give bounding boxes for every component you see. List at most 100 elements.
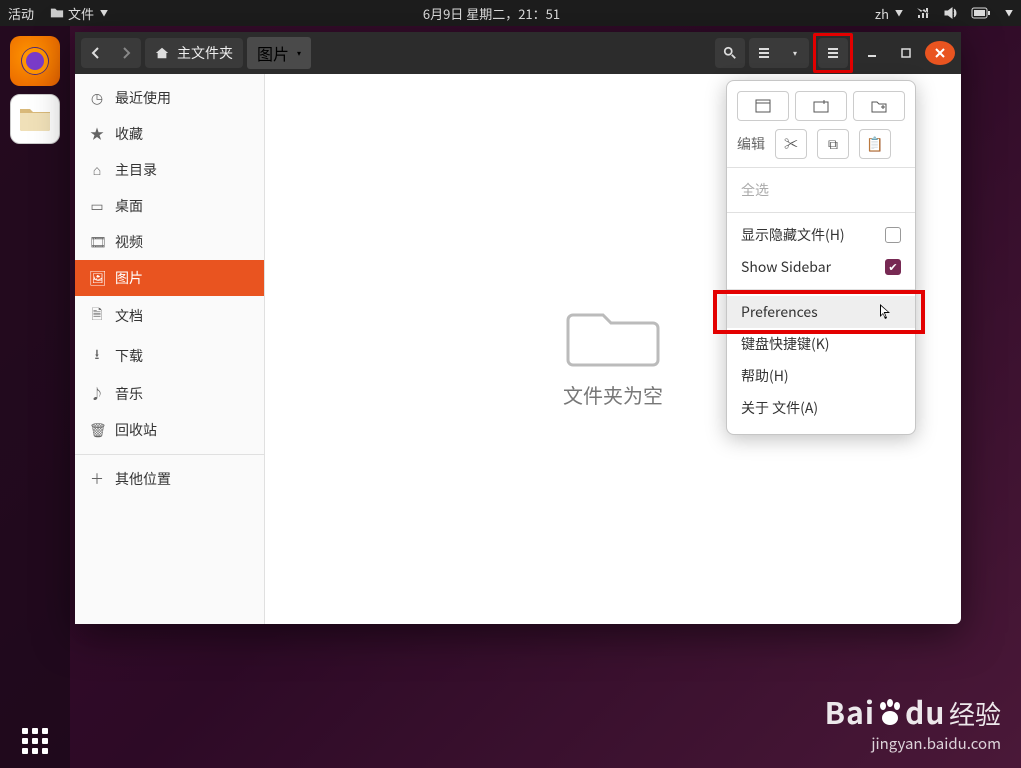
video-icon: 🎞 — [89, 232, 105, 252]
volume-icon[interactable] — [943, 5, 959, 21]
show-hidden-label: 显示隐藏文件(H) — [741, 225, 845, 245]
hamburger-highlight — [813, 33, 853, 73]
sidebar-item-other[interactable]: ＋其他位置 — [75, 461, 264, 497]
sidebar-item-label: 桌面 — [115, 196, 143, 216]
forward-button[interactable] — [111, 38, 141, 68]
clock[interactable]: 6月9日 星期二，21：51 — [423, 4, 560, 23]
empty-folder-text: 文件夹为空 — [563, 380, 663, 409]
chevron-left-icon — [89, 46, 103, 60]
watermark-brand1: Bai — [825, 689, 875, 733]
top-panel: 活动 文件 ▼ 6月9日 星期二，21：51 zh▼ ▼ — [0, 0, 1021, 26]
titlebar: 主文件夹 图片 ▾ ▾ — [75, 32, 961, 74]
app-menu[interactable]: 文件 ▼ — [50, 4, 108, 23]
folder-plus-icon — [871, 99, 887, 113]
folder-icon — [50, 6, 64, 20]
home-icon — [155, 46, 169, 60]
chevron-right-icon — [119, 46, 133, 60]
downloads-icon: ⭳ — [89, 344, 105, 368]
sidebar-item-music[interactable]: ♪音乐 — [75, 376, 264, 412]
network-icon[interactable] — [915, 5, 931, 21]
cursor-icon — [879, 303, 893, 321]
sidebar-item-downloads[interactable]: ⭳ 下载 — [75, 336, 264, 376]
about-item[interactable]: 关于 文件(A) — [737, 392, 905, 424]
chevron-down-icon: ▾ — [297, 48, 301, 59]
clock-icon: ◷ — [89, 88, 105, 108]
sidebar-item-label: 下载 — [115, 346, 143, 366]
paste-button[interactable]: 📋 — [859, 129, 891, 159]
back-button[interactable] — [81, 38, 111, 68]
hamburger-popover: 编辑 ✂ ⧉ 📋 全选 显示隐藏文件(H) Show Sidebar✔ Pref… — [726, 80, 916, 435]
path-bar[interactable]: 主文件夹 — [145, 38, 243, 68]
path-current-label: 图片 — [257, 41, 289, 65]
minimize-icon — [866, 47, 878, 59]
nav-group — [81, 38, 141, 68]
files-icon — [18, 105, 52, 133]
watermark-url: jingyan.baidu.com — [825, 733, 1001, 754]
sidebar-item-label: 图片 — [115, 268, 143, 288]
lang-label: zh — [875, 4, 889, 23]
input-source[interactable]: zh▼ — [875, 4, 903, 23]
checkbox-checked-icon: ✔ — [885, 259, 901, 275]
sidebar-item-label: 视频 — [115, 232, 143, 252]
sidebar-item-label: 回收站 — [115, 420, 157, 440]
watermark-cn: 经验 — [949, 695, 1001, 732]
new-window-button[interactable] — [737, 91, 789, 121]
sidebar-item-recent[interactable]: ◷最近使用 — [75, 80, 264, 116]
tab-plus-icon — [813, 99, 829, 113]
checkbox-unchecked-icon — [885, 227, 901, 243]
cut-button[interactable]: ✂ — [775, 129, 807, 159]
help-item[interactable]: 帮助(H) — [737, 360, 905, 392]
search-icon — [723, 46, 737, 60]
close-button[interactable] — [925, 41, 955, 65]
dock — [0, 26, 70, 768]
path-segment-current[interactable]: 图片 ▾ — [247, 37, 311, 69]
minimize-button[interactable] — [857, 38, 887, 68]
close-icon — [934, 47, 946, 59]
path-home-label: 主文件夹 — [177, 43, 233, 63]
sidebar-item-desktop[interactable]: ▭桌面 — [75, 188, 264, 224]
music-icon: ♪ — [89, 384, 105, 404]
view-options-button[interactable]: ▾ — [779, 38, 809, 68]
plus-icon: ＋ — [89, 469, 105, 489]
sidebar-item-trash[interactable]: 🗑回收站 — [75, 412, 264, 448]
maximize-icon — [900, 47, 912, 59]
help-label: 帮助(H) — [741, 366, 789, 386]
view-group: ▾ — [749, 38, 809, 68]
copy-icon: ⧉ — [828, 134, 838, 154]
sidebar-item-documents[interactable]: 🗎文档 — [75, 296, 264, 336]
activities-label: 活动 — [8, 4, 34, 23]
files-window: 主文件夹 图片 ▾ ▾ ◷最近使用 ★收藏 ⌂主目录 ▭桌面 🎞 视频 🖼 图片 🗎… — [75, 32, 961, 624]
list-icon — [757, 46, 771, 60]
sidebar-item-label: 文档 — [115, 306, 143, 326]
shortcuts-label: 键盘快捷键(K) — [741, 334, 830, 354]
select-all-label: 全选 — [741, 180, 769, 200]
pictures-icon: 🖼 — [89, 268, 105, 288]
view-list-button[interactable] — [749, 38, 779, 68]
sidebar: ◷最近使用 ★收藏 ⌂主目录 ▭桌面 🎞 视频 🖼 图片 🗎文档 ⭳ 下载 ♪音乐 🗑… — [75, 74, 265, 624]
app-menu-label: 文件 — [68, 4, 94, 23]
edit-label: 编辑 — [737, 134, 765, 154]
show-sidebar-item[interactable]: Show Sidebar✔ — [737, 251, 905, 283]
dock-files[interactable] — [10, 94, 60, 144]
activities-button[interactable]: 活动 — [8, 4, 34, 23]
show-applications[interactable] — [22, 728, 48, 754]
sidebar-item-home[interactable]: ⌂主目录 — [75, 152, 264, 188]
paste-icon: 📋 — [866, 134, 883, 154]
search-button[interactable] — [715, 38, 745, 68]
sidebar-item-pictures[interactable]: 🖼 图片 — [75, 260, 264, 296]
shortcuts-item[interactable]: 键盘快捷键(K) — [737, 328, 905, 360]
new-tab-button[interactable] — [795, 91, 847, 121]
select-all-item[interactable]: 全选 — [737, 174, 905, 206]
hamburger-menu-button[interactable] — [818, 38, 848, 68]
preferences-item[interactable]: Preferences — [727, 296, 915, 328]
sidebar-item-videos[interactable]: 🎞 视频 — [75, 224, 264, 260]
copy-button[interactable]: ⧉ — [817, 129, 849, 159]
maximize-button[interactable] — [891, 38, 921, 68]
show-hidden-item[interactable]: 显示隐藏文件(H) — [737, 219, 905, 251]
hamburger-icon — [826, 46, 840, 60]
firefox-icon — [18, 44, 52, 78]
dock-firefox[interactable] — [10, 36, 60, 86]
battery-icon[interactable] — [971, 6, 991, 20]
new-folder-button[interactable] — [853, 91, 905, 121]
sidebar-item-starred[interactable]: ★收藏 — [75, 116, 264, 152]
